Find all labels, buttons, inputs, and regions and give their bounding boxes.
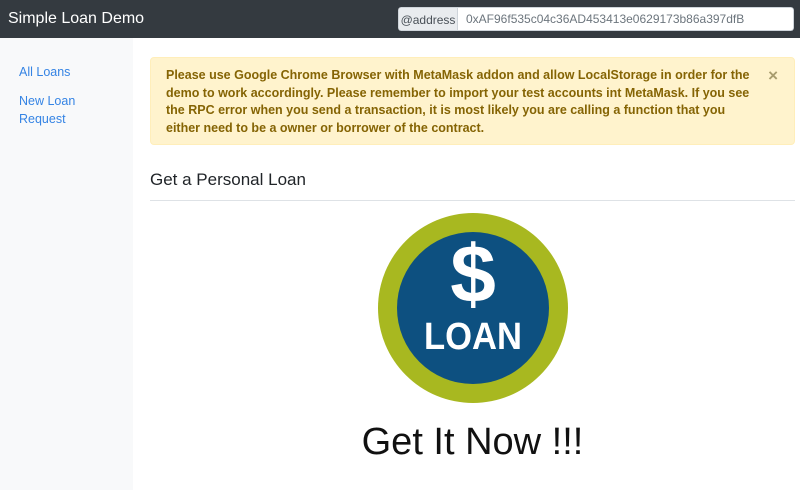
sidebar-item-all-loans[interactable]: All Loans <box>19 64 109 82</box>
loan-logo: $ LOAN <box>378 213 568 403</box>
address-prefix-label: @address <box>398 7 458 31</box>
sidebar-item-new-loan-request[interactable]: New Loan Request <box>19 93 109 128</box>
top-navbar: Simple Loan Demo @address <box>0 0 800 38</box>
cta-heading: Get It Now !!! <box>361 421 584 463</box>
address-input[interactable] <box>458 7 794 31</box>
alert-message: Please use Google Chrome Browser with Me… <box>166 68 750 135</box>
dollar-symbol: $ <box>450 229 496 320</box>
brand-title[interactable]: Simple Loan Demo <box>8 9 144 29</box>
divider <box>150 200 795 201</box>
close-icon[interactable]: × <box>768 67 778 84</box>
address-input-group: @address <box>398 7 794 31</box>
logo-loan-text: LOAN <box>424 316 522 358</box>
page-title: Get a Personal Loan <box>150 170 306 189</box>
warning-alert: Please use Google Chrome Browser with Me… <box>150 57 795 145</box>
